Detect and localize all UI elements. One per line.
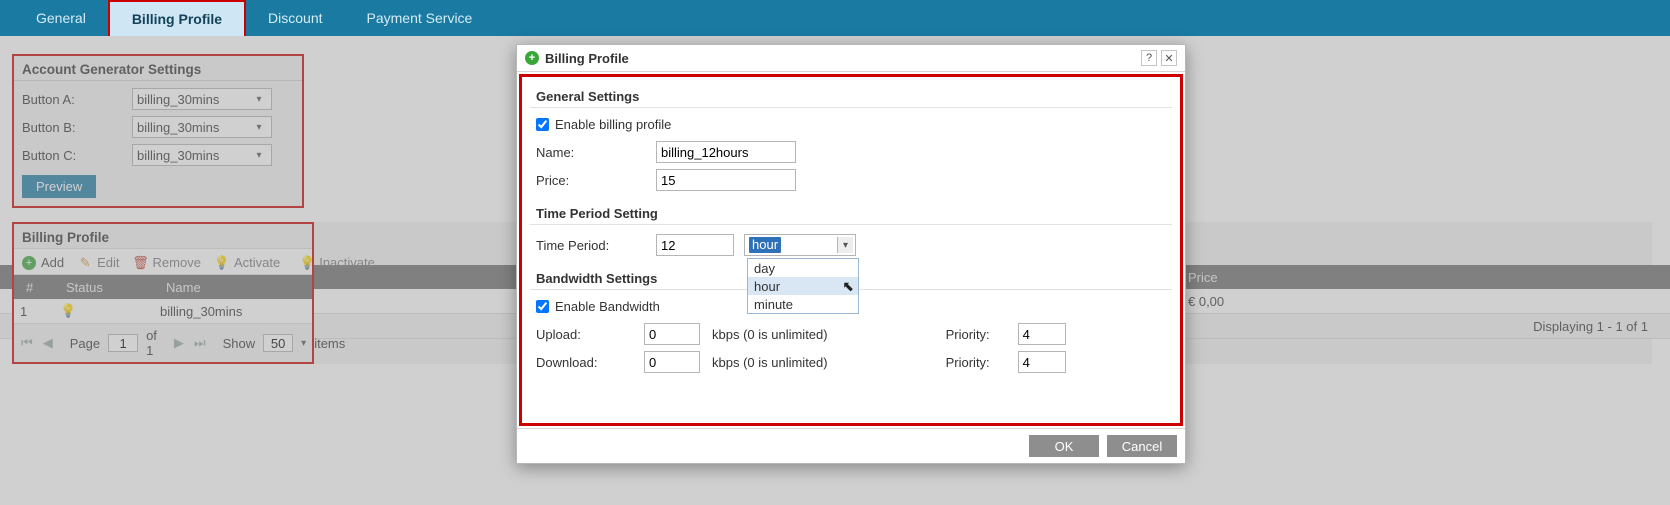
cursor-icon: ⬉	[842, 278, 854, 294]
chevron-down-icon: ▾	[837, 237, 853, 253]
time-unit-dropdown: day hour ⬉ minute	[747, 258, 859, 314]
time-unit-select[interactable]: hour ▾	[744, 234, 856, 256]
tab-payment-service[interactable]: Payment Service	[345, 0, 495, 36]
tab-general[interactable]: General	[14, 0, 108, 36]
down-priority-label: Priority:	[946, 355, 1010, 370]
option-day[interactable]: day	[748, 259, 858, 277]
enable-billing-label: Enable billing profile	[555, 117, 671, 132]
top-tab-bar: General Billing Profile Discount Payment…	[0, 0, 1670, 36]
upload-label: Upload:	[536, 327, 636, 342]
time-period-label: Time Period:	[536, 238, 656, 253]
enable-billing-checkbox[interactable]	[536, 118, 549, 131]
download-input[interactable]	[644, 351, 700, 373]
time-period-input[interactable]	[656, 234, 734, 256]
tab-billing-profile[interactable]: Billing Profile	[108, 0, 246, 36]
plus-icon: +	[525, 51, 539, 65]
enable-bandwidth-label: Enable Bandwidth	[555, 299, 660, 314]
section-time-title: Time Period Setting	[530, 204, 1172, 225]
option-hour-label: hour	[754, 279, 780, 294]
dialog-title: Billing Profile	[545, 51, 629, 66]
option-hour[interactable]: hour ⬉	[748, 277, 858, 295]
up-priority-input[interactable]	[1018, 323, 1066, 345]
time-unit-value: hour	[749, 237, 781, 253]
tab-discount[interactable]: Discount	[246, 0, 344, 36]
billing-profile-dialog: + Billing Profile ? ✕ General Settings E…	[516, 44, 1186, 464]
price-input[interactable]	[656, 169, 796, 191]
enable-bandwidth-checkbox[interactable]	[536, 300, 549, 313]
ok-button[interactable]: OK	[1029, 435, 1099, 457]
price-label: Price:	[536, 173, 656, 188]
close-button[interactable]: ✕	[1161, 50, 1177, 66]
name-input[interactable]	[656, 141, 796, 163]
dialog-titlebar: + Billing Profile ? ✕	[517, 45, 1185, 72]
cancel-button[interactable]: Cancel	[1107, 435, 1177, 457]
option-minute[interactable]: minute	[748, 295, 858, 313]
upload-input[interactable]	[644, 323, 700, 345]
up-priority-label: Priority:	[946, 327, 1010, 342]
dialog-footer: OK Cancel	[517, 428, 1185, 463]
section-general-title: General Settings	[530, 87, 1172, 108]
dialog-body: General Settings Enable billing profile …	[519, 74, 1183, 426]
upload-hint: kbps (0 is unlimited)	[712, 327, 828, 342]
name-label: Name:	[536, 145, 656, 160]
help-button[interactable]: ?	[1141, 50, 1157, 66]
download-hint: kbps (0 is unlimited)	[712, 355, 828, 370]
download-label: Download:	[536, 355, 636, 370]
down-priority-input[interactable]	[1018, 351, 1066, 373]
